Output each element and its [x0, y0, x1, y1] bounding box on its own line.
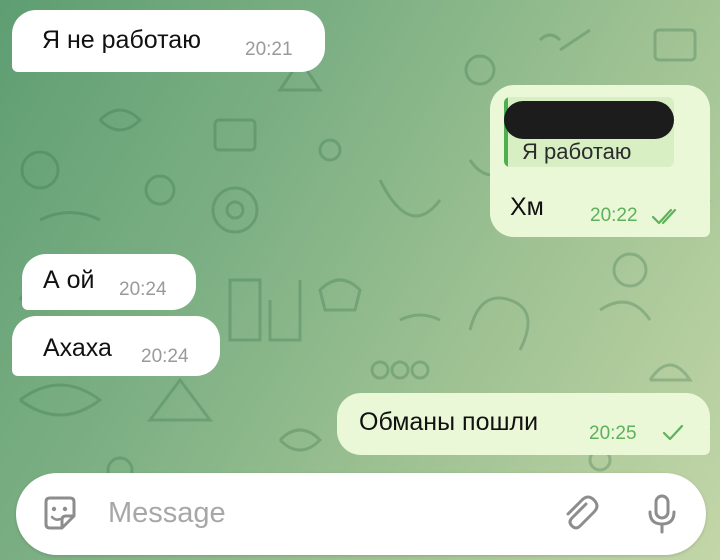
chat-area[interactable]: Я не работаю 20:21 Я работаю Хм 20:22 А …: [0, 0, 720, 560]
double-check-read-icon: [651, 208, 677, 225]
message-time: 20:24: [119, 279, 167, 300]
message-time: 20:24: [141, 346, 189, 367]
reply-quote-text: Я работаю: [522, 139, 632, 164]
message-bubble-outgoing[interactable]: Я работаю Хм 20:22: [490, 85, 710, 237]
attach-paperclip-icon[interactable]: [558, 492, 602, 536]
message-text: А ой: [43, 266, 95, 294]
message-text: Ахаха: [43, 334, 112, 362]
message-time: 20:25: [589, 423, 637, 444]
microphone-icon[interactable]: [640, 492, 684, 536]
message-text: Я не работаю: [42, 26, 201, 54]
reply-quote[interactable]: Я работаю: [504, 97, 674, 167]
message-bubble-incoming[interactable]: А ой 20:24: [22, 254, 196, 310]
message-bubble-incoming[interactable]: Я не работаю 20:21: [12, 10, 325, 72]
message-input-placeholder[interactable]: Message: [108, 497, 226, 530]
message-bubble-incoming[interactable]: Ахаха 20:24: [12, 316, 220, 376]
single-check-sent-icon: [662, 424, 684, 441]
message-text: Хм: [510, 193, 544, 221]
sticker-emoji-icon[interactable]: [38, 492, 82, 536]
redacted-sender-name: [504, 101, 674, 139]
message-time: 20:21: [245, 39, 293, 60]
message-time: 20:22: [590, 205, 638, 226]
message-bubble-outgoing[interactable]: Обманы пошли 20:25: [337, 393, 710, 455]
message-text: Обманы пошли: [359, 408, 539, 436]
message-composer[interactable]: Message: [16, 473, 706, 555]
